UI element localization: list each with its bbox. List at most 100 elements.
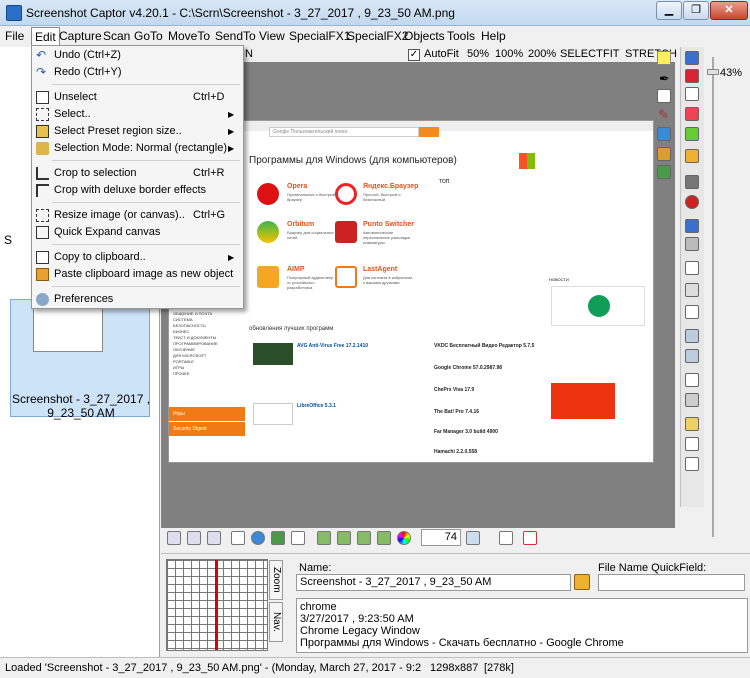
clip-icon[interactable] [523, 531, 537, 545]
color-wheel-icon[interactable] [397, 531, 411, 545]
zoom-percent: 43% [720, 67, 743, 79]
featured-name: Яндекс.Браузер [363, 183, 419, 190]
tab-nav[interactable]: Nav. [269, 602, 283, 642]
export-icon[interactable] [685, 149, 699, 163]
layout-4-icon[interactable] [377, 531, 391, 545]
rename-go-icon[interactable] [574, 574, 590, 590]
color-swatch-icon[interactable] [657, 51, 671, 65]
menu-item-preferences[interactable]: Preferences [32, 291, 243, 308]
stamp-tool-icon[interactable] [657, 147, 671, 161]
draw-tools-column: ✒ ✎ [655, 47, 677, 247]
brush-tool-icon[interactable]: ✎ [658, 107, 669, 123]
menu-tools[interactable]: Tools [447, 29, 475, 43]
shadow-icon[interactable] [685, 349, 699, 363]
blur-tool-icon[interactable] [657, 127, 671, 141]
menu-item-copy[interactable]: Copy to clipboard.. ▶ [32, 249, 243, 266]
zoom-apply-icon[interactable] [466, 531, 480, 545]
edit-note-icon[interactable] [685, 87, 699, 101]
featured-name: LastAgent [363, 266, 398, 273]
menu-capture[interactable]: Capture [59, 29, 102, 43]
email-icon[interactable] [685, 219, 699, 233]
shape-tool-icon[interactable] [657, 165, 671, 179]
menu-moveto[interactable]: MoveTo [168, 29, 210, 43]
add-object-icon[interactable] [685, 69, 699, 83]
thumbnail-item[interactable]: Screenshot - 3_27_2017 , 9_23_50 AM [10, 299, 150, 420]
globe-icon[interactable] [251, 531, 265, 545]
menu-view[interactable]: View [259, 29, 285, 43]
layout-3-icon[interactable] [357, 531, 371, 545]
zoom-50-button[interactable]: 50% [467, 48, 489, 60]
restore-button[interactable]: ❐ [683, 1, 709, 20]
menu-scan[interactable]: Scan [103, 29, 130, 43]
featured-name: Opera [287, 183, 308, 190]
menu-item-preset-region[interactable]: Select Preset region size.. ▶ [32, 123, 243, 140]
format-icon[interactable] [291, 531, 305, 545]
menu-item-crop-deluxe[interactable]: Crop with deluxe border effects [32, 182, 243, 199]
menu-file[interactable]: File [5, 29, 24, 43]
sharpen-icon[interactable] [231, 531, 245, 545]
zoom-slider-thumb[interactable] [707, 69, 719, 75]
zoom-slider-track[interactable] [712, 57, 714, 537]
flip-icon[interactable] [207, 531, 221, 545]
upload-icon[interactable] [685, 195, 699, 209]
link-icon[interactable] [685, 237, 699, 251]
pointer-tool-icon[interactable] [685, 437, 699, 451]
menu-edit[interactable]: Edit [31, 27, 60, 47]
window-title: Screenshot Captor v4.20.1 - C:\Scrn\Scre… [26, 6, 455, 20]
menu-specialfx2[interactable]: SpecialFX2 [347, 29, 408, 43]
fit-region-icon[interactable] [685, 283, 699, 297]
opera-logo [257, 183, 279, 205]
menu-item-select[interactable]: Select.. ▶ [32, 106, 243, 123]
delete-objects-icon[interactable] [685, 127, 699, 141]
document-icon[interactable] [271, 531, 285, 545]
rotate-right-icon[interactable] [187, 531, 201, 545]
layout-1-icon[interactable] [317, 531, 331, 545]
save-icon[interactable] [685, 51, 699, 65]
menu-item-selection-mode[interactable]: Selection Mode: Normal (rectangle) ▶ [32, 140, 243, 157]
layout-2-icon[interactable] [337, 531, 351, 545]
menu-item-redo[interactable]: ↷ Redo (Ctrl+Y) [32, 64, 243, 81]
zoom-select-button[interactable]: SELECT [560, 48, 603, 60]
zoom-value-field[interactable]: 74 [421, 529, 461, 546]
text-tool-icon[interactable] [657, 89, 671, 103]
resize-handles-icon[interactable] [685, 457, 699, 471]
menu-help[interactable]: Help [481, 29, 506, 43]
menu-item-quick-expand[interactable]: Quick Expand canvas [32, 224, 243, 241]
zoom-grid-preview[interactable] [166, 559, 268, 651]
expand-canvas-icon [36, 226, 49, 239]
pen-tool-icon[interactable]: ✒ [659, 71, 670, 87]
frame-icon[interactable] [685, 329, 699, 343]
select-region-icon[interactable] [685, 261, 699, 275]
cursor-icon[interactable] [499, 531, 513, 545]
menu-item-resize[interactable]: Resize image (or canvas).. Ctrl+G [32, 207, 243, 224]
name-field[interactable]: Screenshot - 3_27_2017 , 9_23_50 AM [296, 574, 571, 591]
status-dimensions: 1298x887 [430, 662, 479, 674]
menu-item-unselect[interactable]: Unselect Ctrl+D [32, 89, 243, 106]
menu-goto[interactable]: GoTo [134, 29, 163, 43]
undo-icon: ↶ [36, 48, 47, 62]
zoom-fit-button[interactable]: FIT [603, 48, 620, 60]
quickfield-input[interactable] [598, 574, 745, 591]
capture-details[interactable]: chrome 3/27/2017 , 9:23:50 AM Chrome Leg… [296, 598, 748, 653]
bevel-icon[interactable] [685, 393, 699, 407]
edit-menu-dropdown: ↶ Undo (Ctrl+Z) ↷ Redo (Ctrl+Y) Unselect… [31, 45, 244, 309]
minimize-button[interactable]: ▁ [656, 1, 682, 20]
menu-objects[interactable]: Objects [404, 29, 445, 43]
tab-zoom[interactable]: Zoom [269, 560, 283, 600]
menu-item-paste[interactable]: Paste clipboard image as new object [32, 266, 243, 283]
text-object-icon[interactable] [685, 107, 699, 121]
rotate-left-icon[interactable] [167, 531, 181, 545]
menu-sendto[interactable]: SendTo [215, 29, 256, 43]
magic-wand-icon[interactable] [685, 417, 699, 431]
zoom-100-button[interactable]: 100% [495, 48, 523, 60]
print-icon[interactable] [685, 175, 699, 189]
captured-updates-heading: обновления лучших программ [249, 326, 334, 332]
menu-item-crop[interactable]: Crop to selection Ctrl+R [32, 165, 243, 182]
crop-tool-icon[interactable] [685, 305, 699, 319]
grid-icon[interactable] [685, 373, 699, 387]
menu-specialfx1[interactable]: SpecialFX1 [289, 29, 350, 43]
autofit-checkbox[interactable]: ✓ [408, 49, 420, 61]
close-button[interactable]: ✕ [710, 1, 748, 20]
zoom-200-button[interactable]: 200% [528, 48, 556, 60]
menu-item-undo[interactable]: ↶ Undo (Ctrl+Z) [32, 47, 243, 64]
